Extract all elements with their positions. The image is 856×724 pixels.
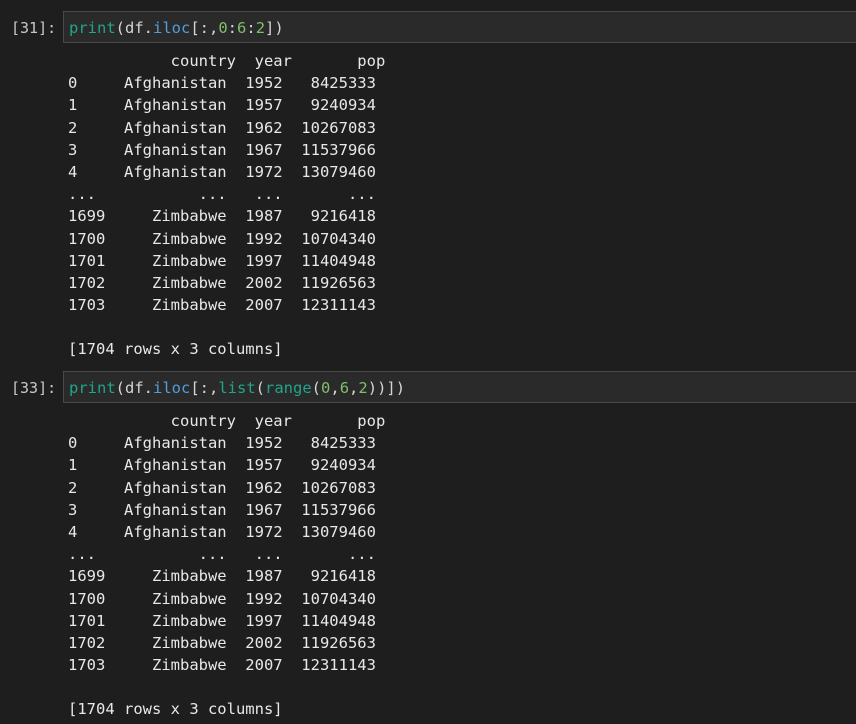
code-token: 0 [218,19,228,37]
cell-output: country year pop 0 Afghanistan 1952 84253… [68,410,385,720]
dataframe-row: 1703 Zimbabwe 2007 12311143 [68,656,376,675]
code-line: print(df.iloc[:,0:6:2]) [69,12,284,44]
code-input-area[interactable]: print(df.iloc[:,0:6:2]) [63,11,856,43]
execution-count-prompt: [33]: [11,379,57,397]
code-token: 2 [255,19,266,37]
dataframe-header: country year pop [68,412,386,430]
dataframe-row: 1703 Zimbabwe 2007 12311143 [68,296,376,315]
dataframe-row: 1702 Zimbabwe 2002 11926563 [68,273,376,292]
dataframe-summary: [1704 rows x 3 columns] [68,340,283,359]
dataframe-row: 3 Afghanistan 1967 11537966 [68,500,376,519]
dataframe-row: 1700 Zimbabwe 1992 10704340 [68,589,376,608]
dataframe-row: ... ... ... ... [68,185,376,204]
code-token: print [69,379,116,397]
cell-output: country year pop 0 Afghanistan 1952 84253… [68,50,385,360]
code-token: ]) [265,19,284,37]
code-token: iloc [153,19,191,37]
dataframe-row: 1699 Zimbabwe 1987 9216418 [68,207,376,226]
dataframe-row: 0 Afghanistan 1952 8425333 [68,434,376,453]
dataframe-row: 3 Afghanistan 1967 11537966 [68,140,376,159]
dataframe-row: 1 Afghanistan 1957 9240934 [68,96,376,115]
code-token: : [227,19,238,37]
code-token: 2 [358,379,368,397]
dataframe-row: 2 Afghanistan 1962 10267083 [68,118,376,137]
code-token: ( [255,379,265,397]
code-token: , [349,379,359,397]
code-input-area[interactable]: print(df.iloc[:,list(range(0,6,2))]) [63,371,856,403]
dataframe-row: 1 Afghanistan 1957 9240934 [68,456,376,475]
code-token: ))]) [367,379,406,397]
code-token: print [69,19,116,37]
dataframe-row: 4 Afghanistan 1972 13079460 [68,522,376,541]
dataframe-row: 2 Afghanistan 1962 10267083 [68,478,376,497]
code-token: list [218,379,256,397]
dataframe-row: 1700 Zimbabwe 1992 10704340 [68,229,376,248]
code-token: (df. [115,379,153,397]
dataframe-header: country year pop [68,52,386,70]
dataframe-row: 1702 Zimbabwe 2002 11926563 [68,633,376,652]
code-line: print(df.iloc[:,list(range(0,6,2))]) [69,372,405,404]
code-token: iloc [153,379,191,397]
code-token: ( [311,379,322,397]
code-token: (df. [115,19,153,37]
code-token: 6 [237,19,247,37]
dataframe-row: 0 Afghanistan 1952 8425333 [68,74,376,93]
code-token: , [330,379,340,397]
code-token: 6 [339,379,350,397]
code-token: 0 [321,379,331,397]
dataframe-row: 4 Afghanistan 1972 13079460 [68,162,376,181]
code-token: [:, [190,379,219,397]
execution-count-prompt: [31]: [11,19,57,37]
code-token: range [265,379,312,397]
dataframe-row: 1701 Zimbabwe 1997 11404948 [68,611,376,630]
dataframe-summary: [1704 rows x 3 columns] [68,700,283,719]
code-token: [:, [190,19,219,37]
dataframe-row: ... ... ... ... [68,545,376,564]
code-token: : [246,19,256,37]
dataframe-row: 1699 Zimbabwe 1987 9216418 [68,567,376,586]
dataframe-row: 1701 Zimbabwe 1997 11404948 [68,251,376,270]
